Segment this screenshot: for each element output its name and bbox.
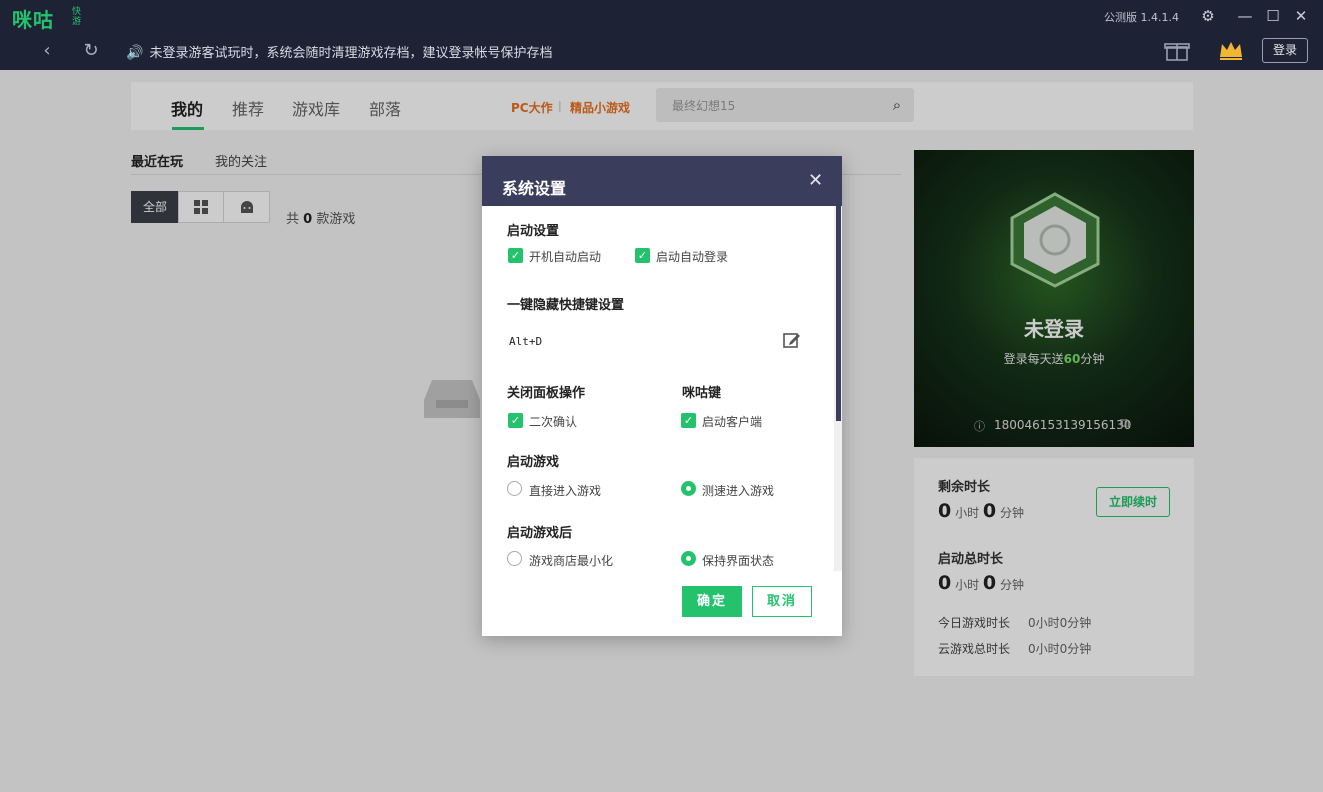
version-label: 公测版 1.4.1.4 <box>1104 11 1179 24</box>
app-logo-sub: 快游 <box>72 7 82 27</box>
login-button[interactable]: 登录 <box>1262 38 1308 63</box>
migu-key-section-title: 咪咕键 <box>682 386 722 401</box>
after-launch-section-title: 启动游戏后 <box>507 526 573 541</box>
gift-icon[interactable] <box>1164 38 1190 62</box>
vip-crown-icon[interactable] <box>1218 39 1244 61</box>
auto-start-checkbox[interactable]: ✓ <box>508 248 523 263</box>
confirm-close-checkbox[interactable]: ✓ <box>508 413 523 428</box>
speedtest-launch-label: 测速进入游戏 <box>702 484 775 498</box>
cancel-button[interactable]: 取消 <box>752 586 812 617</box>
close-window-icon[interactable]: ✕ <box>1291 6 1311 26</box>
dialog-title: 系统设置 <box>502 179 567 198</box>
keep-state-label: 保持界面状态 <box>702 554 775 568</box>
maximize-icon[interactable]: ☐ <box>1263 6 1283 26</box>
app-logo: 咪咕 <box>12 8 54 32</box>
settings-icon[interactable]: ⚙ <box>1198 6 1218 26</box>
minimize-store-label: 游戏商店最小化 <box>529 554 614 568</box>
settings-dialog: 系统设置 ✕ 启动设置 ✓ 开机自动启动 ✓ 启动自动登录 一键隐藏快捷键设置 … <box>482 156 842 636</box>
direct-launch-label: 直接进入游戏 <box>529 484 602 498</box>
minimize-icon[interactable]: — <box>1235 6 1255 26</box>
notice-bar: 🔊 未登录游客试玩时，系统会随时清理游戏存档，建议登录帐号保护存档 <box>126 42 552 61</box>
title-bar: 咪咕 快游 公测版 1.4.1.4 ⚙ — ☐ ✕ ‹ ↻ 🔊 未登录游客试玩时，… <box>0 0 1323 70</box>
hotkey-section-title: 一键隐藏快捷键设置 <box>507 298 625 313</box>
speaker-icon: 🔊 <box>126 45 144 61</box>
refresh-icon[interactable]: ↻ <box>80 40 102 62</box>
startup-section-title: 启动设置 <box>507 224 560 239</box>
keep-state-radio[interactable] <box>681 551 696 566</box>
launch-client-label: 启动客户端 <box>702 415 763 429</box>
launch-client-checkbox[interactable]: ✓ <box>681 413 696 428</box>
edit-icon[interactable] <box>783 331 801 349</box>
confirm-close-label: 二次确认 <box>529 415 578 429</box>
dialog-header: 系统设置 ✕ <box>482 156 842 206</box>
direct-launch-radio[interactable] <box>507 481 522 496</box>
notice-text: 未登录游客试玩时，系统会随时清理游戏存档，建议登录帐号保护存档 <box>149 46 553 61</box>
close-icon[interactable]: ✕ <box>808 170 823 191</box>
hotkey-value: Alt+D <box>509 335 543 348</box>
minimize-store-radio[interactable] <box>507 551 522 566</box>
auto-login-label: 启动自动登录 <box>656 250 729 264</box>
confirm-button[interactable]: 确定 <box>682 586 742 617</box>
launch-game-section-title: 启动游戏 <box>507 455 560 470</box>
dialog-scrollbar[interactable] <box>836 206 841 421</box>
back-icon[interactable]: ‹ <box>36 40 58 62</box>
auto-start-label: 开机自动启动 <box>529 250 602 264</box>
speedtest-launch-radio[interactable] <box>681 481 696 496</box>
auto-login-checkbox[interactable]: ✓ <box>635 248 650 263</box>
close-panel-section-title: 关闭面板操作 <box>507 386 586 401</box>
